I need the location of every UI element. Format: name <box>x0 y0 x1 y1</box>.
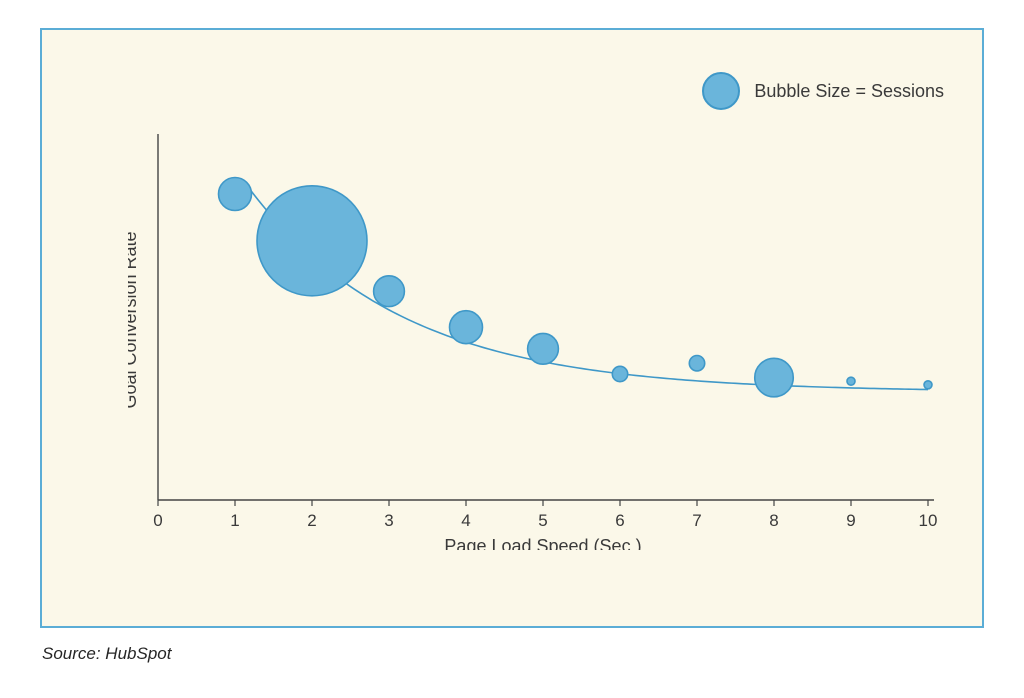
source-caption: Source: HubSpot <box>42 644 171 664</box>
svg-text:0: 0 <box>153 511 162 530</box>
svg-text:2: 2 <box>307 511 316 530</box>
svg-text:3: 3 <box>384 511 393 530</box>
svg-text:4: 4 <box>461 511 470 530</box>
legend-label: Bubble Size = Sessions <box>754 81 944 102</box>
bubble <box>374 276 405 307</box>
svg-text:1: 1 <box>230 511 239 530</box>
svg-text:6: 6 <box>615 511 624 530</box>
bubble <box>612 366 627 381</box>
chart-card: Bubble Size = Sessions 0 1 2 3 4 5 6 7 8 9 10 Page … <box>40 28 984 628</box>
bubble <box>847 377 855 385</box>
bubble <box>257 186 367 296</box>
svg-text:5: 5 <box>538 511 547 530</box>
svg-text:10: 10 <box>919 511 938 530</box>
bubble <box>689 356 704 371</box>
legend: Bubble Size = Sessions <box>702 72 944 110</box>
svg-text:7: 7 <box>692 511 701 530</box>
chart-svg: 0 1 2 3 4 5 6 7 8 9 10 Page Load Speed (Sec.) Goal C… <box>128 130 948 550</box>
bubble-chart: 012345678910Page Load Speed (Sec.)Goal C… <box>128 130 948 510</box>
legend-swatch-icon <box>702 72 740 110</box>
svg-text:8: 8 <box>769 511 778 530</box>
bubble <box>528 333 559 364</box>
svg-text:Page Load Speed (Sec.): Page Load Speed (Sec.) <box>444 536 641 550</box>
bubble <box>755 358 794 397</box>
svg-text:Goal Conversion Rate: Goal Conversion Rate <box>128 231 140 408</box>
bubble <box>924 381 932 389</box>
svg-text:9: 9 <box>846 511 855 530</box>
bubble <box>450 311 483 344</box>
bubble <box>219 178 252 211</box>
